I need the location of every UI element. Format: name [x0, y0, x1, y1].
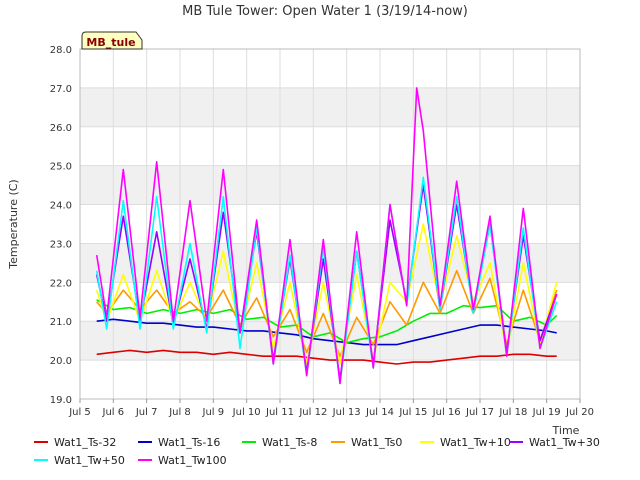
x-tick-label: Jul 18: [498, 407, 527, 418]
legend-swatch: [34, 441, 48, 443]
legend-swatch: [34, 459, 48, 461]
legend: Wat1_Ts-32 Wat1_Ts-16 Wat1_Ts-8 Wat1_Ts0 Wat…: [0, 433, 640, 473]
legend-label: Wat1_Tw+50: [54, 453, 125, 467]
x-tick-label: Jul 11: [265, 407, 294, 418]
legend-label: Wat1_Ts-8: [262, 435, 318, 449]
x-tick-label: Jul 8: [168, 407, 191, 418]
x-tick-label: Jul 10: [232, 407, 261, 418]
legend-swatch: [138, 459, 152, 461]
x-tick-label: Jul 12: [298, 407, 327, 418]
x-tick-label: Jul 20: [565, 407, 594, 418]
x-tick-label: Jul 19: [532, 407, 561, 418]
legend-label: Wat1_Tw+10: [440, 435, 511, 449]
legend-swatch: [242, 441, 256, 443]
plot-band: [80, 49, 580, 88]
station-badge: MB_tule: [81, 31, 143, 50]
legend-swatch: [509, 441, 523, 443]
x-tick-label: Jul 9: [202, 407, 225, 418]
y-tick-label: 24.0: [50, 201, 72, 212]
legend-item: Wat1_Ts-32: [34, 433, 116, 451]
station-badge-label: MB_tule: [86, 36, 135, 49]
y-tick-label: 22.0: [50, 278, 72, 289]
legend-swatch: [420, 441, 434, 443]
legend-label: Wat1_Ts-16: [158, 435, 221, 449]
x-tick-label: Jul 15: [398, 407, 427, 418]
x-tick-label: Jul 17: [465, 407, 494, 418]
y-tick-label: 23.0: [50, 239, 72, 250]
x-axis-ticks: Jul 5 Jul 6 Jul 7 Jul 8 Jul 9 Jul 10 Jul 11 Jul…: [68, 399, 594, 418]
y-tick-label: 21.0: [50, 317, 72, 328]
legend-label: Wat1_Ts-32: [54, 435, 117, 449]
x-tick-label: Jul 6: [102, 407, 125, 418]
chart-title: MB Tule Tower: Open Water 1 (3/19/14-now…: [182, 4, 468, 19]
chart: MB Tule Tower: Open Water 1 (3/19/14-now…: [7, 4, 594, 437]
plot-band: [80, 360, 580, 399]
x-tick-label: Jul 7: [135, 407, 158, 418]
y-tick-label: 28.0: [50, 45, 72, 56]
legend-label: Wat1_Tw100: [158, 453, 227, 467]
y-tick-label: 20.0: [50, 356, 72, 367]
x-tick-label: Jul 5: [68, 407, 91, 418]
legend-item: Wat1_Tw+10: [420, 433, 511, 451]
legend-item: Wat1_Ts-16: [138, 433, 220, 451]
x-tick-label: Jul 16: [432, 407, 461, 418]
legend-label: Wat1_Tw+30: [529, 435, 600, 449]
y-axis-label: Temperature (C): [7, 179, 20, 269]
legend-item: Wat1_Tw+30: [509, 433, 600, 451]
legend-label: Wat1_Ts0: [351, 435, 403, 449]
legend-item: Wat1_Tw+50: [34, 451, 125, 469]
x-tick-label: Jul 14: [365, 407, 394, 418]
y-tick-label: 25.0: [50, 162, 72, 173]
legend-item: Wat1_Tw100: [138, 451, 227, 469]
legend-item: Wat1_Ts0: [331, 433, 402, 451]
plot-band: [80, 126, 580, 166]
x-tick-label: Jul 13: [332, 407, 361, 418]
y-tick-label: 27.0: [50, 84, 72, 95]
y-tick-label: 19.0: [50, 395, 72, 406]
legend-swatch: [331, 441, 345, 443]
legend-item: Wat1_Ts-8: [242, 433, 317, 451]
plot-band: [80, 87, 580, 127]
y-axis-ticks: 19.0 20.0 21.0 22.0 23.0 24.0 25.0 26.0 27.0 28.0: [50, 45, 72, 406]
legend-swatch: [138, 441, 152, 443]
y-tick-label: 26.0: [50, 123, 72, 134]
